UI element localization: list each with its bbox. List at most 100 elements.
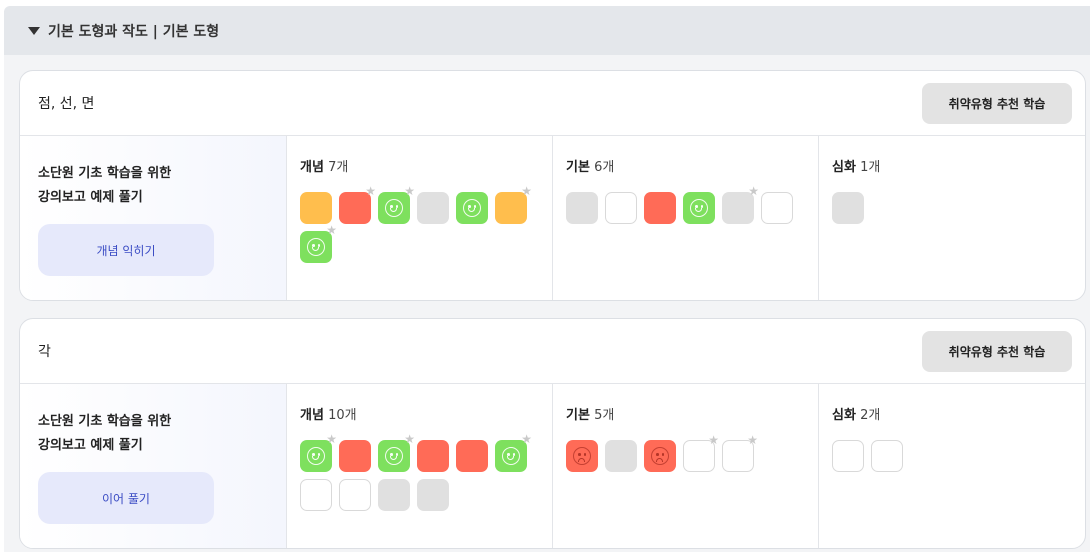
problem-tile-gray[interactable]	[566, 192, 598, 224]
problem-tile-gray[interactable]	[417, 479, 449, 511]
smile-face-icon	[307, 238, 325, 256]
lead-text-line-2: 강의보고 예제 풀기	[38, 438, 143, 453]
problem-tile-orange[interactable]	[300, 192, 332, 224]
problem-tile-red[interactable]	[644, 440, 676, 472]
problem-tile-gray[interactable]	[832, 192, 864, 224]
problem-tile-empty[interactable]	[832, 440, 864, 472]
lead-text-line-1: 소단원 기초 학습을 위한	[38, 414, 172, 429]
lesson-card-angles: 각 취약유형 추천 학습 소단원 기초 학습을 위한 강의보고 예제 풀기 이어…	[19, 318, 1086, 549]
caret-down-icon[interactable]	[28, 27, 40, 35]
problem-tile-gray[interactable]	[378, 479, 410, 511]
level-label: 기본 6개	[566, 156, 818, 175]
problem-tile-empty[interactable]	[339, 479, 371, 511]
problem-tiles: ★	[566, 185, 816, 231]
star-icon: ★	[404, 184, 415, 198]
star-icon: ★	[326, 432, 337, 446]
level-count: 10개	[328, 408, 357, 423]
card-header: 점, 선, 면 취약유형 추천 학습	[20, 71, 1085, 136]
problem-tile-empty[interactable]	[761, 192, 793, 224]
smile-face-icon	[385, 199, 403, 217]
learn-concept-button[interactable]: 개념 익히기	[38, 224, 214, 276]
problem-tile-gray[interactable]	[605, 440, 637, 472]
level-label: 개념 10개	[300, 404, 552, 423]
problem-tile-red[interactable]: ★	[339, 185, 376, 224]
lesson-card-points-lines-planes: 점, 선, 면 취약유형 추천 학습 소단원 기초 학습을 위한 강의보고 예제…	[19, 70, 1086, 301]
level-column-advanced: 심화 2개	[819, 384, 1085, 548]
problem-tile-gray[interactable]: ★	[722, 185, 759, 224]
problem-tile-green[interactable]: ★	[300, 433, 337, 472]
level-name: 심화	[832, 408, 856, 423]
lead-text-line-2: 강의보고 예제 풀기	[38, 190, 143, 205]
problem-tile-green[interactable]: ★	[378, 185, 415, 224]
problem-tiles: ★ ★	[566, 434, 816, 479]
level-label: 심화 2개	[832, 404, 1085, 423]
level-count: 6개	[594, 160, 615, 175]
star-icon: ★	[521, 184, 532, 198]
card-body: 소단원 기초 학습을 위한 강의보고 예제 풀기 이어 풀기 개념 10개 ★ ★…	[20, 384, 1085, 548]
level-column-advanced: 심화 1개	[819, 136, 1085, 300]
problem-tile-gray[interactable]	[417, 192, 449, 224]
problem-tile-empty[interactable]: ★	[722, 434, 758, 472]
card-header: 각 취약유형 추천 학습	[20, 319, 1085, 384]
problem-tile-red[interactable]	[339, 440, 371, 472]
problem-tile-green[interactable]: ★	[378, 433, 415, 472]
section-header[interactable]: 기본 도형과 작도 | 기본 도형	[4, 6, 1090, 55]
problem-tiles	[832, 440, 1082, 479]
problem-tile-empty[interactable]	[300, 479, 332, 511]
star-icon: ★	[404, 432, 415, 446]
card-title: 점, 선, 면	[38, 96, 95, 112]
star-icon: ★	[365, 184, 376, 198]
level-name: 개념	[300, 408, 324, 423]
card-title: 각	[38, 344, 51, 360]
section-title: 기본 도형과 작도 | 기본 도형	[48, 23, 220, 40]
level-count: 7개	[328, 160, 349, 175]
problem-tile-green[interactable]	[683, 192, 715, 224]
level-name: 심화	[832, 160, 856, 175]
problem-tiles: ★ ★ ★	[300, 433, 550, 518]
sad-face-icon	[651, 447, 669, 465]
smile-face-icon	[502, 447, 520, 465]
level-name: 개념	[300, 160, 324, 175]
problem-tile-green[interactable]: ★	[495, 433, 532, 472]
level-count: 1개	[860, 160, 881, 175]
lead-text-line-1: 소단원 기초 학습을 위한	[38, 166, 172, 181]
smile-face-icon	[385, 447, 403, 465]
problem-tile-red[interactable]	[644, 192, 676, 224]
problem-tile-green[interactable]: ★	[300, 224, 337, 263]
level-column-concept: 개념 10개 ★ ★ ★	[287, 384, 553, 548]
problem-tile-empty[interactable]	[605, 192, 637, 224]
star-icon: ★	[748, 184, 759, 198]
weak-type-recommend-button[interactable]: 취약유형 추천 학습	[922, 330, 1072, 372]
card-body: 소단원 기초 학습을 위한 강의보고 예제 풀기 개념 익히기 개념 7개 ★ ★…	[20, 136, 1085, 300]
level-name: 기본	[566, 408, 590, 423]
problem-tile-red[interactable]	[566, 440, 598, 472]
lead-column: 소단원 기초 학습을 위한 강의보고 예제 풀기 개념 익히기	[20, 136, 287, 300]
smile-face-icon	[307, 447, 325, 465]
problem-tile-green[interactable]	[456, 192, 488, 224]
level-column-basic: 기본 5개 ★ ★	[553, 384, 819, 548]
smile-face-icon	[690, 199, 708, 217]
continue-solving-button[interactable]: 이어 풀기	[38, 472, 214, 524]
level-label: 개념 7개	[300, 156, 552, 175]
problem-tiles	[832, 192, 1082, 231]
level-name: 기본	[566, 160, 590, 175]
problem-tile-empty[interactable]	[871, 440, 903, 472]
problem-tile-orange[interactable]: ★	[495, 185, 532, 224]
level-count: 2개	[860, 408, 881, 423]
level-count: 5개	[594, 408, 615, 423]
sad-face-icon	[573, 447, 591, 465]
star-icon: ★	[521, 432, 532, 446]
level-label: 심화 1개	[832, 156, 1085, 175]
problem-tile-red[interactable]	[456, 440, 488, 472]
star-icon: ★	[708, 433, 719, 447]
problem-tile-red[interactable]	[417, 440, 449, 472]
problem-tiles: ★ ★ ★ ★	[300, 185, 550, 270]
star-icon: ★	[326, 223, 337, 237]
problem-tile-empty[interactable]: ★	[683, 434, 719, 472]
level-column-basic: 기본 6개 ★	[553, 136, 819, 300]
weak-type-recommend-button[interactable]: 취약유형 추천 학습	[922, 82, 1072, 124]
lead-column: 소단원 기초 학습을 위한 강의보고 예제 풀기 이어 풀기	[20, 384, 287, 548]
level-column-concept: 개념 7개 ★ ★ ★ ★	[287, 136, 553, 300]
star-icon: ★	[747, 433, 758, 447]
smile-face-icon	[463, 199, 481, 217]
